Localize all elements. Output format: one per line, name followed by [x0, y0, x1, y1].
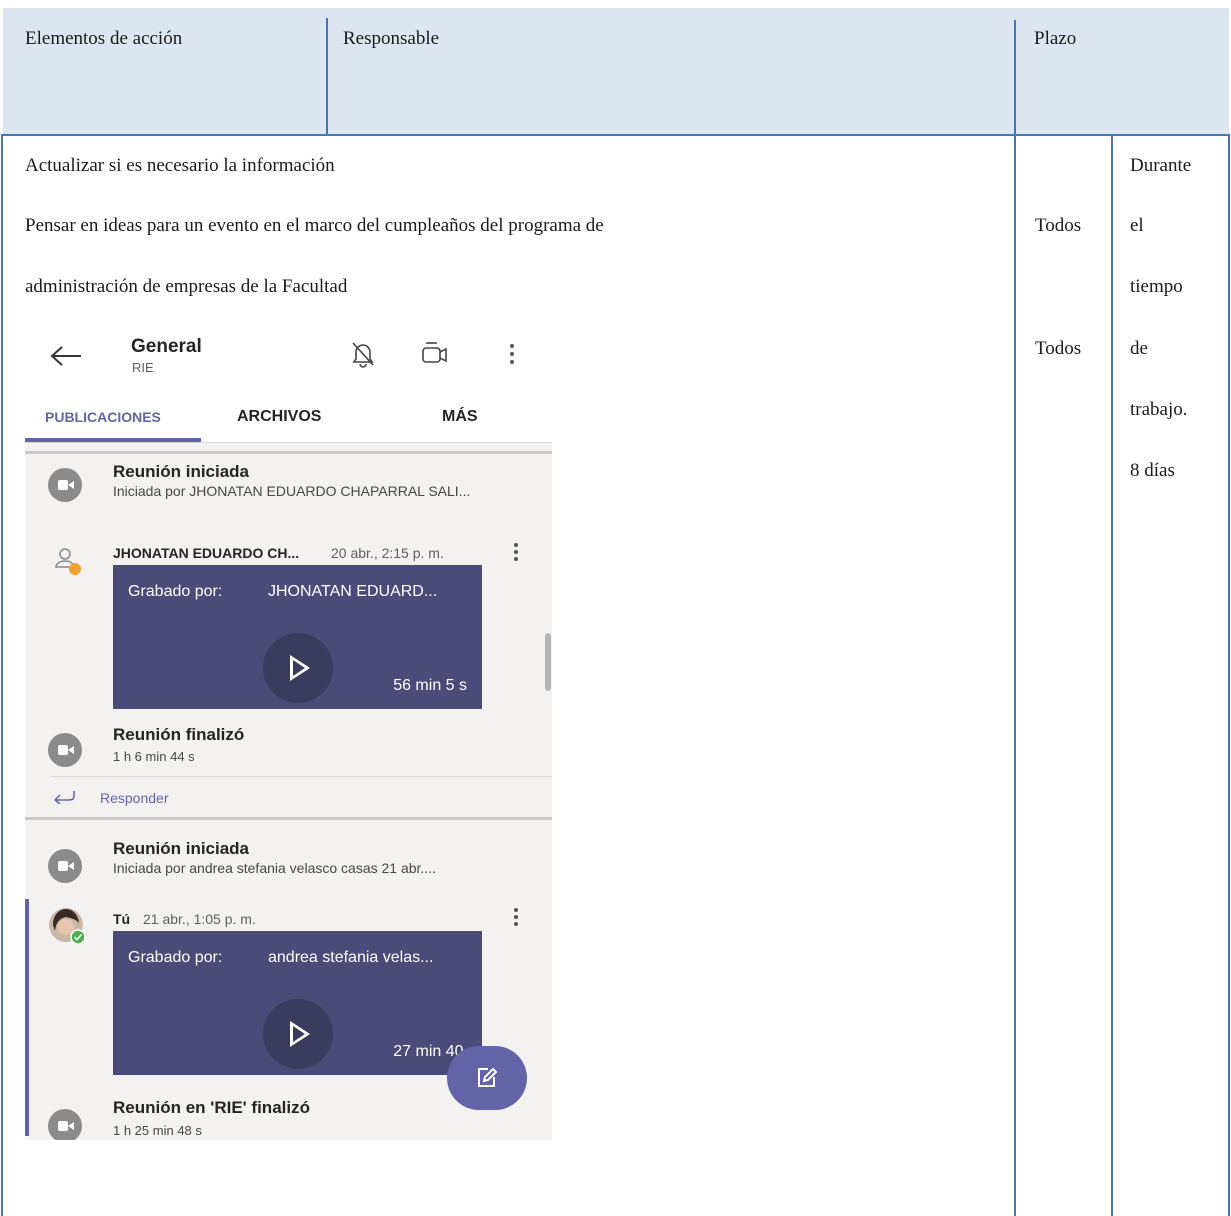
header-bottom-border: [1, 134, 1230, 136]
meeting-icon: [48, 1109, 82, 1140]
post-time: 20 abr., 2:15 p. m.: [331, 545, 444, 561]
plazo-line-2: el: [1130, 215, 1144, 236]
tab-mas[interactable]: MÁS: [442, 408, 478, 426]
meeting-ended-title: Reunión finalizó: [113, 725, 245, 744]
meeting-icon: [48, 468, 82, 502]
header-responsable: Responsable: [343, 28, 440, 49]
action-item-1: Actualizar si es necesario la informació…: [25, 155, 335, 176]
post-options-icon[interactable]: [513, 908, 519, 930]
table-left-border: [1, 135, 3, 1216]
post-author[interactable]: JHONATAN EDUARDO CH...: [113, 545, 299, 561]
post-options-icon[interactable]: [513, 543, 519, 565]
new-post-button[interactable]: [447, 1046, 527, 1110]
user-photo-avatar: [49, 908, 86, 945]
meeting-ended-title: Reunión en 'RIE' finalizó: [113, 1098, 310, 1117]
posts-feed: Reunión iniciada Iniciada por JHONATAN E…: [25, 443, 552, 1140]
recording-duration: 56 min 5 s: [393, 677, 467, 694]
recording-card[interactable]: Grabado por: andrea stefania velas... 27…: [113, 931, 482, 1075]
recorded-by-name: andrea stefania velas...: [268, 949, 434, 966]
meeting-ended-duration: 1 h 25 min 48 s: [113, 1123, 202, 1138]
header-divider-1: [326, 18, 328, 135]
post-time: 21 abr., 1:05 p. m.: [143, 911, 256, 927]
meeting-started-title: Reunión iniciada: [113, 839, 250, 858]
plazo-line-1: Durante: [1130, 155, 1192, 176]
reply-arrow-icon[interactable]: [52, 788, 76, 804]
column-divider-responsable: [1014, 20, 1016, 1216]
meet-now-icon[interactable]: [420, 340, 450, 368]
meeting-started-by: Iniciada por andrea stefania velasco cas…: [113, 860, 436, 876]
more-options-icon[interactable]: [509, 344, 515, 366]
recorded-by-label: Grabado por:: [128, 583, 223, 600]
reply-link[interactable]: Responder: [100, 790, 169, 806]
selected-post-indicator: [25, 899, 29, 1136]
header-elementos: Elementos de acción: [25, 28, 183, 49]
tab-archivos[interactable]: ARCHIVOS: [237, 408, 321, 426]
channel-title: General: [131, 336, 202, 357]
post-separator: [25, 817, 552, 820]
mute-bell-icon[interactable]: [350, 340, 376, 368]
recorded-by-label: Grabado por:: [128, 949, 223, 966]
meeting-icon: [48, 849, 82, 883]
responsable-2: Todos: [1035, 338, 1082, 359]
table-right-border: [1228, 135, 1230, 1216]
plazo-line-5: trabajo.: [1130, 399, 1188, 420]
tab-publicaciones[interactable]: PUBLICACIONES: [45, 409, 161, 425]
reply-divider: [50, 776, 552, 777]
action-item-2-line-1: Pensar en ideas para un evento en el mar…: [25, 215, 604, 236]
meeting-icon: [48, 733, 82, 767]
plazo-line-4: de: [1130, 338, 1148, 359]
meeting-started-title: Reunión iniciada: [113, 462, 250, 481]
meeting-ended-duration: 1 h 6 min 44 s: [113, 749, 195, 764]
header-plazo: Plazo: [1034, 28, 1077, 49]
compose-icon: [478, 1067, 498, 1087]
play-icon[interactable]: [263, 999, 333, 1069]
scrollbar-thumb[interactable]: [545, 633, 551, 691]
plazo-line-6: 8 días: [1130, 460, 1175, 481]
teams-channel-screenshot: General RIE PUBLICACIONES ARCHIVOS MÁS R…: [25, 316, 552, 1140]
action-item-2-line-2: administración de empresas de la Faculta…: [25, 276, 348, 297]
back-arrow-icon[interactable]: [49, 344, 83, 368]
active-tab-indicator: [25, 438, 201, 442]
post-author[interactable]: Tú: [113, 911, 130, 927]
user-avatar-icon: [55, 548, 81, 575]
plazo-line-3: tiempo: [1130, 276, 1183, 297]
action-items-table: Elementos de acción Responsable Plazo Ac…: [0, 0, 1231, 1216]
post-separator: [25, 451, 552, 454]
play-icon[interactable]: [263, 633, 333, 703]
column-divider-plazo: [1111, 135, 1113, 1216]
recording-card[interactable]: Grabado por: JHONATAN EDUARD... 56 min 5…: [113, 565, 482, 709]
meeting-started-by: Iniciada por JHONATAN EDUARDO CHAPARRAL …: [113, 483, 471, 499]
channel-team: RIE: [132, 360, 154, 375]
channel-header: General RIE: [25, 316, 552, 396]
recorded-by-name: JHONATAN EDUARD...: [268, 583, 438, 600]
channel-tabs: PUBLICACIONES ARCHIVOS MÁS: [25, 396, 552, 443]
responsable-1: Todos: [1035, 215, 1082, 236]
